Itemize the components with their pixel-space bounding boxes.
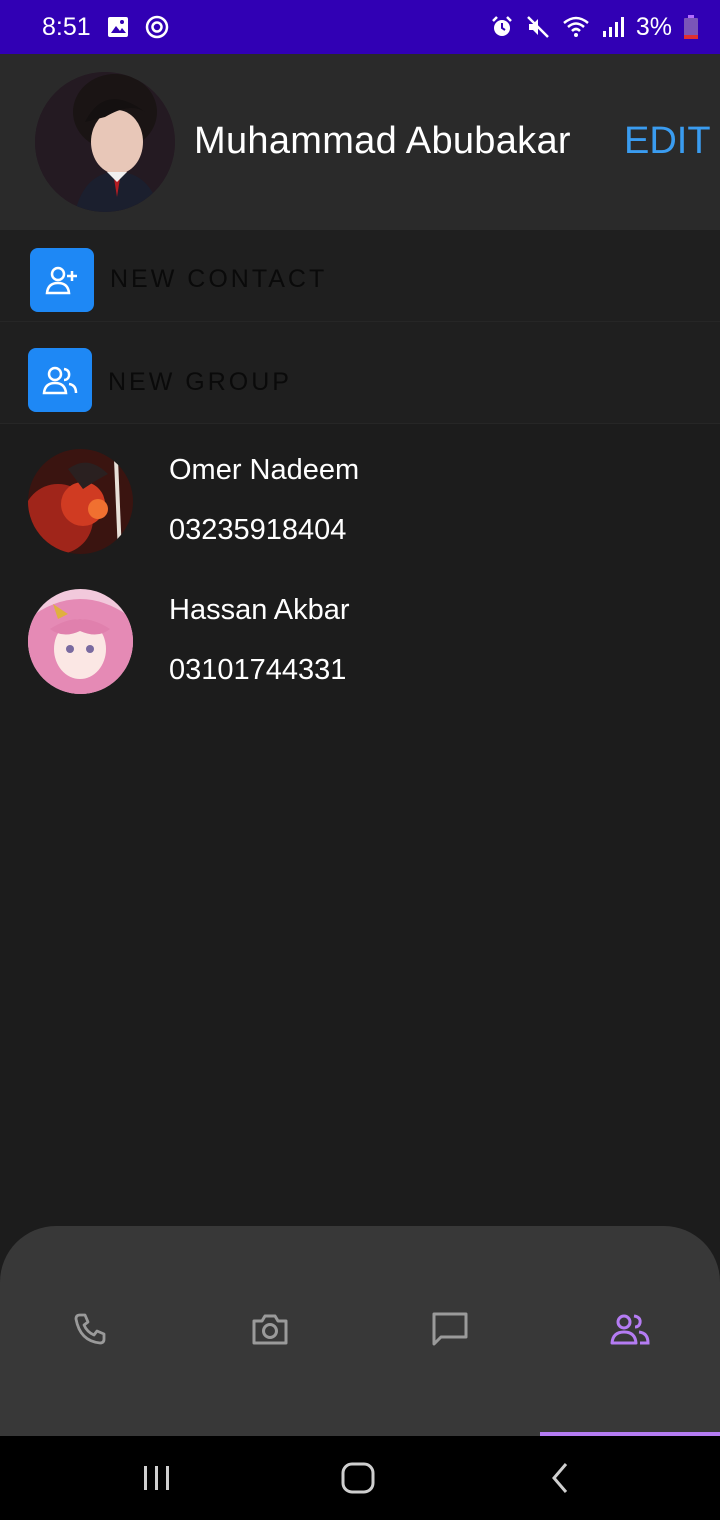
profile-avatar[interactable] [35,72,175,212]
contact-avatar [28,589,133,694]
signal-icon [602,16,624,38]
battery-icon [684,15,698,39]
list-item[interactable]: Hassan Akbar 03101744331 [0,580,720,720]
recent-apps-button[interactable] [140,1458,174,1503]
new-contact-label: NEW CONTACT [110,265,328,293]
contact-phone: 03101744331 [169,654,347,686]
new-contact-row[interactable]: NEW CONTACT [0,230,720,322]
tab-calls[interactable] [60,1306,120,1356]
edit-button[interactable]: EDIT [624,120,711,163]
camera-icon [251,1312,289,1351]
gallery-icon [107,16,129,38]
tab-camera[interactable] [240,1306,300,1356]
tab-contacts[interactable] [600,1306,660,1356]
sync-icon [145,15,169,39]
contacts-icon [609,1313,651,1350]
new-group-row[interactable]: NEW GROUP [0,322,720,424]
group-icon [28,348,92,412]
chat-icon [431,1311,469,1352]
home-button[interactable] [340,1458,376,1503]
back-button[interactable] [545,1458,575,1503]
status-bar: 8:51 3% [0,0,720,54]
wifi-icon [562,15,590,39]
add-contact-icon [30,248,94,312]
bottom-nav [0,1226,720,1436]
phone-icon [72,1311,108,1352]
alarm-icon [490,15,514,39]
contact-avatar [28,449,133,554]
contact-phone: 03235918404 [169,514,347,546]
profile-header: Muhammad Abubakar EDIT [0,54,720,230]
list-item[interactable]: Omer Nadeem 03235918404 [0,440,720,580]
battery-percent: 3% [635,12,672,41]
contact-name: Hassan Akbar [169,594,350,626]
profile-name: Muhammad Abubakar [194,120,571,162]
contact-name: Omer Nadeem [169,454,360,486]
tab-chats[interactable] [420,1306,480,1356]
new-group-label: NEW GROUP [108,368,292,396]
system-nav-bar [0,1436,720,1520]
status-time: 8:51 [42,12,91,41]
mute-icon [526,15,550,39]
